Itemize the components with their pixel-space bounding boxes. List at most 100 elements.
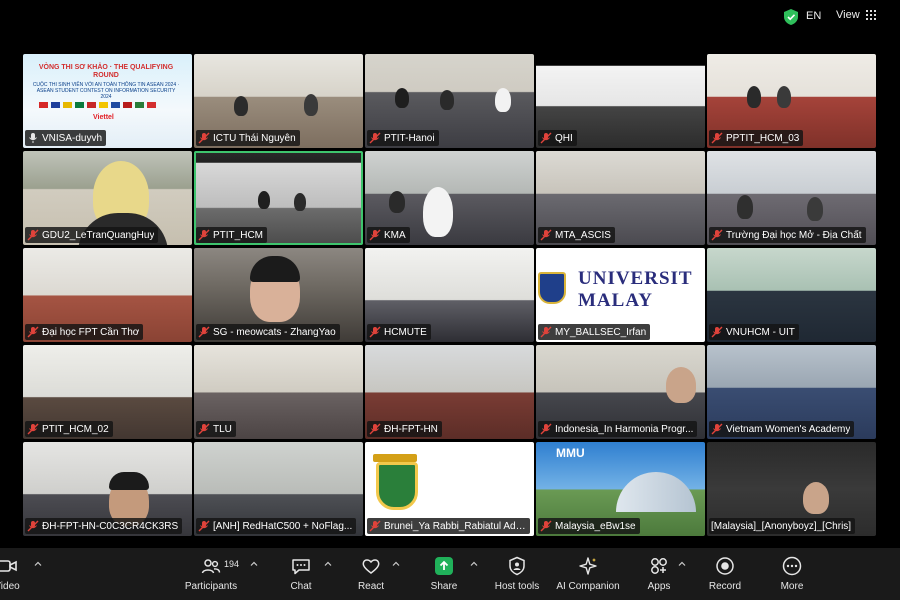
participant-tile[interactable]: ĐH-FPT-HN-C0C3CR4CK3RS [23,442,192,536]
participant-name: PPTIT_HCM_03 [726,132,800,144]
share-button[interactable]: Share [409,556,479,592]
host-tools-button[interactable]: Host tools [482,556,552,592]
person-silhouette [389,191,405,213]
record-label: Record [708,581,742,592]
share-options-caret-icon[interactable] [470,560,478,568]
top-bar: EN View [0,0,900,36]
participant-label: [Malaysia]_[Anonyboyz]_[Chris] [709,518,856,534]
person-silhouette [395,88,409,108]
participant-name: SG - meowcats - ZhangYao [213,326,336,338]
muted-microphone-icon [27,229,39,241]
participant-tile[interactable]: Trường Đại học Mở - Địa Chất [707,151,876,245]
apps-options-caret-icon[interactable] [678,560,686,568]
participant-tile[interactable]: VNUHCM - UIT [707,248,876,342]
institution-logo-ribbon [373,454,417,462]
person-silhouette [807,197,823,221]
muted-microphone-icon [27,423,39,435]
participant-tile[interactable]: SG - meowcats - ZhangYao [194,248,363,342]
university-crest [538,272,566,304]
share-screen-icon [435,557,453,575]
apps-label: Apps [647,581,671,592]
university-logo-text: MMU [556,446,585,460]
react-label: React [357,581,385,592]
gallery-grid-icon [865,10,876,20]
person-silhouette [440,90,454,110]
participant-tile[interactable]: ĐH-FPT-HN [365,345,534,439]
language-indicator[interactable]: EN [806,10,821,22]
person-silhouette [304,94,318,116]
more-label: More [780,581,804,592]
participant-tile[interactable]: [Malaysia]_[Anonyboyz]_[Chris] [707,442,876,536]
participant-label: Trường Đại học Mở - Địa Chất [709,227,866,243]
participant-name: Trường Đại học Mở - Địa Chất [726,229,862,241]
muted-microphone-icon [711,423,723,435]
heart-icon [362,559,380,574]
apps-icon [651,558,667,574]
share-label: Share [430,581,458,592]
participant-label: ĐH-FPT-HN-C0C3CR4CK3RS [25,518,183,534]
view-button[interactable]: View [836,9,876,21]
sponsor-logo: Viettel [93,114,114,121]
muted-microphone-icon [540,423,552,435]
muted-microphone-icon [27,326,39,338]
participant-name: MY_BALLSEC_Irfan [555,326,647,338]
participant-tile[interactable]: Brunei_Ya Rabbi_Rabiatul Ada... [365,442,534,536]
participant-label: SG - meowcats - ZhangYao [196,324,340,340]
muted-microphone-icon [369,423,381,435]
participant-tile[interactable]: VÒNG THI SƠ KHẢO · THE QUALIFYING ROUND … [23,54,192,148]
participant-label: Indonesia_In Harmonia Progr... [538,421,698,437]
participant-tile[interactable]: KMA [365,151,534,245]
participant-tile[interactable]: UNIVERSIT MALAY MY_BALLSEC_Irfan [536,248,705,342]
participant-name: ICTU Thái Nguyên [213,132,296,144]
participants-icon [201,559,221,574]
participant-name: HCMUTE [384,326,427,338]
participant-tile[interactable]: [ANH] RedHatC500 + NoFlag... [194,442,363,536]
participant-name: KMA [384,229,406,241]
participants-count: 194 [224,559,240,569]
more-button[interactable]: More [757,556,827,592]
participants-options-caret-icon[interactable] [250,560,258,568]
muted-microphone-icon [540,520,552,532]
participant-tile[interactable]: Indonesia_In Harmonia Progr... [536,345,705,439]
record-button[interactable]: Record [690,556,760,592]
person-hair [109,472,149,490]
participant-tile-active-speaker[interactable]: PTIT_HCM [194,151,363,245]
participant-tile[interactable]: Vietnam Women's Academy [707,345,876,439]
participant-label: Brunei_Ya Rabbi_Rabiatul Ada... [367,518,530,534]
participant-name: Indonesia_In Harmonia Progr... [555,423,694,435]
participant-name: ĐH-FPT-HN-C0C3CR4CK3RS [42,520,179,532]
participant-tile[interactable]: TLU [194,345,363,439]
muted-microphone-icon [198,229,210,241]
encryption-shield-icon[interactable] [784,9,798,25]
host-tools-label: Host tools [494,581,540,592]
participant-tile[interactable]: HCMUTE [365,248,534,342]
muted-microphone-icon [540,132,552,144]
participant-name: PTIT-Hanoi [384,132,435,144]
muted-microphone-icon [540,229,552,241]
participant-name: [Malaysia]_[Anonyboyz]_[Chris] [711,520,852,532]
person-silhouette [495,88,511,112]
participant-name: VNUHCM - UIT [726,326,795,338]
chat-options-caret-icon[interactable] [324,560,332,568]
participant-tile[interactable]: GDU2_LeTranQuangHuy [23,151,192,245]
participant-tile[interactable]: Đại học FPT Cần Thơ [23,248,192,342]
participant-name: PTIT_HCM_02 [42,423,109,435]
ai-companion-button[interactable]: AI Companion [552,556,624,592]
participant-tile[interactable]: QHI [536,54,705,148]
video-options-caret-icon[interactable] [34,560,42,568]
participant-label: MTA_ASCIS [538,227,615,243]
participant-tile[interactable]: MMU Malaysia_eBw1se [536,442,705,536]
participant-tile[interactable]: PTIT-Hanoi [365,54,534,148]
participant-label: QHI [538,130,577,146]
react-options-caret-icon[interactable] [392,560,400,568]
participant-label: KMA [367,227,410,243]
participant-tile[interactable]: MTA_ASCIS [536,151,705,245]
participants-label: Participants [184,581,238,592]
participant-tile[interactable]: PTIT_HCM_02 [23,345,192,439]
participant-tile[interactable]: PPTIT_HCM_03 [707,54,876,148]
participant-label: VNISA-duyvh [25,130,107,146]
participant-tile[interactable]: ICTU Thái Nguyên [194,54,363,148]
person-head [666,367,696,403]
participant-name: Vietnam Women's Academy [726,423,851,435]
person-head [803,482,829,514]
